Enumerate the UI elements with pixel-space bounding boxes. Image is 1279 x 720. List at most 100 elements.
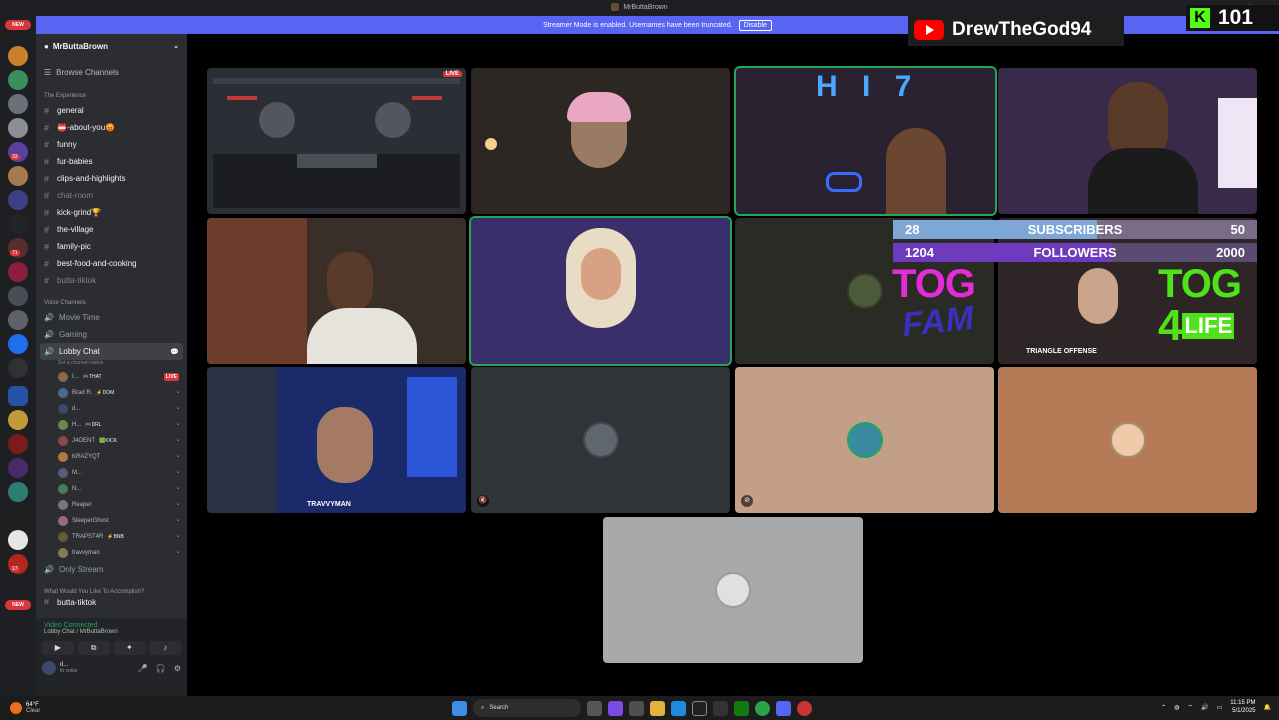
server-icon[interactable] [8, 262, 28, 282]
server-icon[interactable] [8, 94, 28, 114]
voice-member[interactable]: SleeperGhost ▪ [36, 513, 187, 529]
voice-member[interactable]: Reaper ▪ [36, 497, 187, 513]
text-channel-item[interactable]: # the-village [36, 221, 187, 238]
text-channel-item[interactable]: # butta-tiktok [36, 272, 187, 289]
category-the-experience[interactable]: The Experience [36, 90, 187, 102]
voice-member[interactable]: N... ▪ [36, 481, 187, 497]
voice-member[interactable]: d... ▪ [36, 401, 187, 417]
category-what-would-you-like[interactable]: What Would You Like To Accomplish? [36, 586, 187, 598]
server-icon[interactable] [8, 410, 28, 430]
video-tile-avatar[interactable]: ⊘ [735, 367, 994, 513]
video-tile-user[interactable] [998, 68, 1257, 214]
voice-member[interactable]: travvyman ▪ [36, 545, 187, 561]
server-icon[interactable] [8, 310, 28, 330]
category-voice-channels[interactable]: Voice Channels [36, 297, 187, 309]
channel-butta-tiktok-truncated[interactable]: # butta-tiktok [36, 598, 187, 606]
app-icon[interactable] [692, 700, 707, 716]
connection-status[interactable]: Video Connected [44, 622, 179, 629]
notification-bell-icon[interactable]: 🔔 [1264, 704, 1271, 711]
voice-member[interactable]: Brad R. ⚡DOM ▪ [36, 385, 187, 401]
start-button-icon[interactable] [452, 700, 467, 716]
server-icon[interactable] [8, 530, 28, 550]
gear-icon[interactable]: ⚙ [174, 664, 181, 673]
video-tile-user[interactable] [469, 216, 732, 366]
camera-button[interactable]: ▶ [42, 641, 74, 655]
voice-member[interactable]: KRAZYQT ▪ [36, 449, 187, 465]
text-channel-item[interactable]: # kick-grind🏆 [36, 204, 187, 221]
chevron-up-icon[interactable]: ⌃ [1161, 704, 1166, 711]
video-tile-user[interactable]: H I 7 [734, 66, 997, 216]
weather-widget[interactable]: 64°F Clear [0, 702, 40, 714]
disable-streamer-mode-button[interactable]: Disable [738, 19, 772, 31]
voice-member[interactable]: H... 🎮DRL ▪ [36, 417, 187, 433]
server-icon[interactable]: 17 [8, 554, 28, 574]
text-channel-item[interactable]: # clips-and-highlights [36, 170, 187, 187]
avatar[interactable] [42, 661, 56, 675]
server-icon[interactable] [8, 190, 28, 210]
wifi-icon[interactable]: ⌔ [1187, 703, 1193, 711]
voice-member[interactable]: J4OENT 🟩KICK ▪ [36, 433, 187, 449]
server-icon[interactable] [8, 46, 28, 66]
xbox-icon[interactable] [734, 700, 749, 716]
video-tile-avatar[interactable]: 🔇 [471, 367, 730, 513]
server-icon[interactable] [8, 386, 28, 406]
volume-icon[interactable]: 🔊 [1201, 704, 1208, 711]
server-icon[interactable] [8, 358, 28, 378]
server-icon[interactable] [8, 118, 28, 138]
clock[interactable]: 11:15 PM 5/1/2025 [1230, 699, 1255, 715]
voice-channel-only-stream[interactable]: 🔊 Only Stream [36, 561, 187, 578]
battery-icon[interactable]: ▭ [1217, 704, 1223, 711]
server-icon[interactable] [8, 214, 28, 234]
video-tile-user[interactable] [471, 68, 730, 214]
file-explorer-icon[interactable] [650, 700, 665, 716]
text-channel-item[interactable]: # family-pic [36, 238, 187, 255]
server-icon[interactable] [8, 166, 28, 186]
video-tile-screen-share[interactable]: LIVE [207, 68, 466, 214]
text-channel-item[interactable]: # general [36, 102, 187, 119]
text-channel-item[interactable]: # best-food-and-cooking [36, 255, 187, 272]
copilot-icon[interactable] [608, 700, 623, 716]
voice-member[interactable]: TRAPST4R ⚡BNB ▪ [36, 529, 187, 545]
obs-icon[interactable] [713, 700, 728, 716]
server-icon[interactable] [8, 70, 28, 90]
soundboard-button[interactable]: ♪ [149, 641, 181, 655]
tray-app-icon[interactable]: ◍ [1174, 704, 1179, 711]
channel-status[interactable]: Set a channel status [36, 360, 187, 369]
app-icon[interactable] [797, 700, 812, 716]
text-channel-item[interactable]: # funny [36, 136, 187, 153]
chat-icon[interactable]: 💬 [170, 348, 179, 356]
headphones-icon[interactable]: 🎧 [156, 664, 166, 673]
screen-share-button[interactable]: ⧉ [77, 641, 110, 655]
task-view-icon[interactable] [587, 700, 602, 716]
taskbar-search[interactable]: ⌕ Search [473, 699, 581, 717]
chrome-icon[interactable] [755, 700, 770, 716]
server-icon[interactable] [8, 434, 28, 454]
text-channel-item[interactable]: # 📛-about-you😡 [36, 119, 187, 136]
screen-share-preview [207, 68, 466, 214]
server-icon[interactable] [8, 286, 28, 306]
voice-channel-movie-time[interactable]: 🔊 Movie Time [36, 309, 187, 326]
server-icon[interactable] [8, 334, 28, 354]
video-tile-user[interactable] [207, 218, 466, 364]
server-icon[interactable] [8, 506, 28, 526]
video-tile-avatar[interactable] [603, 517, 863, 663]
video-tile-avatar[interactable] [998, 367, 1257, 513]
microphone-icon[interactable]: 🎤 [138, 664, 148, 673]
video-tile-user[interactable]: TRAVVYMAN [207, 367, 466, 513]
store-icon[interactable] [629, 700, 644, 716]
text-channel-item[interactable]: # fur-babies [36, 153, 187, 170]
browse-channels-item[interactable]: ☰ Browse Channels [36, 62, 187, 82]
text-channel-item[interactable]: # chat-room [36, 187, 187, 204]
server-icon[interactable] [8, 458, 28, 478]
activities-button[interactable]: ✦ [113, 641, 146, 655]
voice-channel-gaming[interactable]: 🔊 Gaming [36, 326, 187, 343]
server-header[interactable]: ● MrButtaBrown ⌄ [36, 34, 187, 58]
voice-member[interactable]: M... ▪ [36, 465, 187, 481]
discord-icon[interactable] [776, 700, 791, 716]
server-icon[interactable] [8, 482, 28, 502]
voice-channel-lobby-chat[interactable]: 🔊 Lobby Chat 💬 [40, 343, 183, 360]
server-icon[interactable]: 33 [8, 142, 28, 162]
server-icon[interactable]: 71 [8, 238, 28, 258]
voice-member[interactable]: I... 🎮THAT LIVE [36, 369, 187, 385]
edge-icon[interactable] [671, 700, 686, 716]
